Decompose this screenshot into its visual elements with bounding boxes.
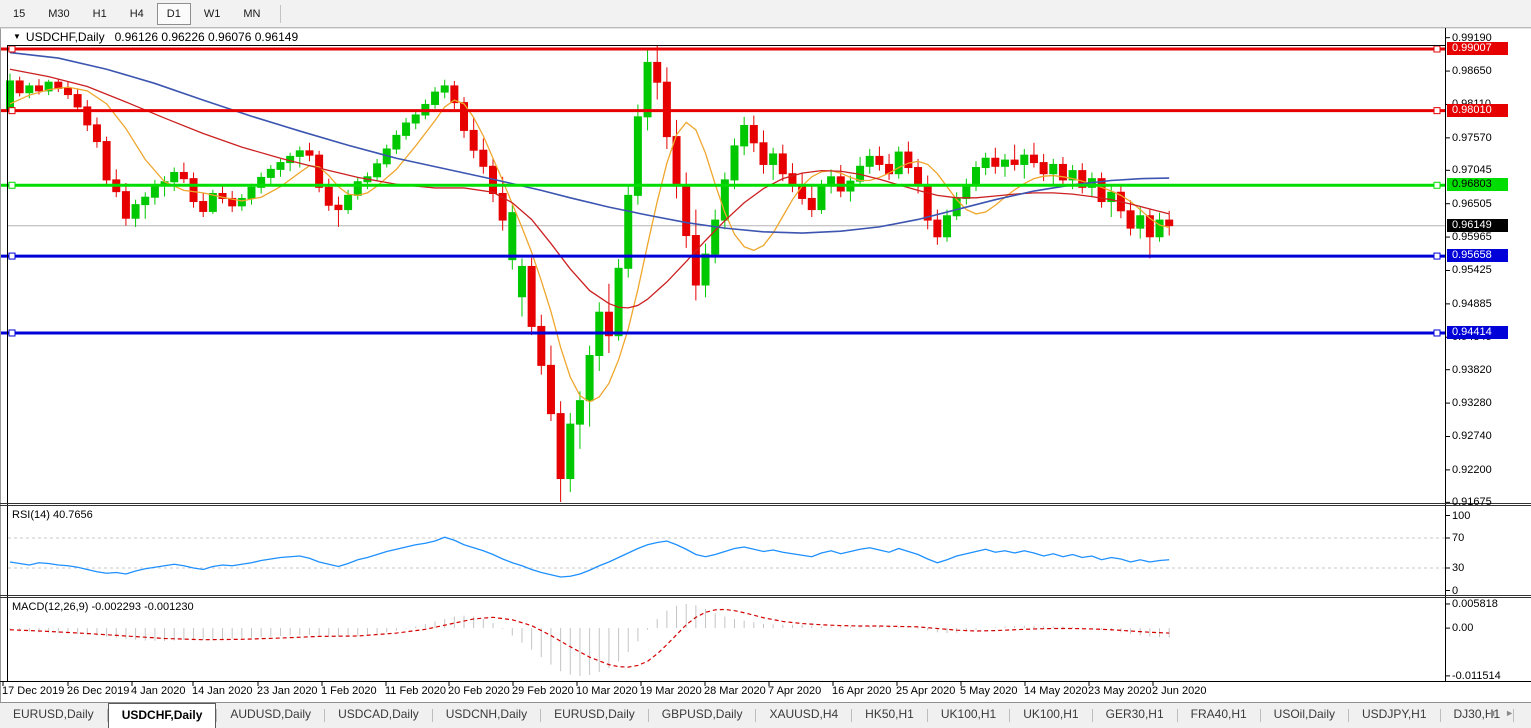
timeframe-button-h4[interactable]: H4 [120,3,154,25]
macd-tick-label: -0.011514 [1452,670,1501,682]
price-line-badge: 0.94414 [1447,326,1508,339]
timeframe-button-m30[interactable]: M30 [38,3,79,25]
symbol-tab-ger30-h1[interactable]: GER30,H1 [1093,703,1177,728]
price-tick-label: 0.93280 [1452,397,1492,409]
timeframe-button-h1[interactable]: H1 [83,3,117,25]
symbol-tab-eurusd-daily[interactable]: EURUSD,Daily [541,703,648,728]
symbol-tab-eurusd-daily[interactable]: EURUSD,Daily [0,703,107,728]
tab-scroll-right-icon[interactable]: ► [1505,708,1523,718]
price-line-badge: 0.95658 [1447,249,1508,262]
symbol-tab-usoil-daily[interactable]: USOil,Daily [1261,703,1348,728]
date-label: 19 Mar 2020 [640,685,702,697]
chart-symbol-label: USDCHF,Daily [26,30,105,44]
rsi-tick-label: 30 [1452,562,1464,574]
timeframe-button-mn[interactable]: MN [233,3,270,25]
date-label: 28 Mar 2020 [704,685,766,697]
date-label: 10 Mar 2020 [576,685,638,697]
price-tick-label: 0.95425 [1452,264,1492,276]
symbol-tab-xauusd-h4[interactable]: XAUUSD,H4 [756,703,851,728]
date-label: 11 Feb 2020 [385,685,446,697]
price-line-badge: 0.98010 [1447,104,1508,117]
date-label: 17 Dec 2019 [2,685,64,697]
symbol-tab-audusd-daily[interactable]: AUDUSD,Daily [217,703,324,728]
timeframe-button-w1[interactable]: W1 [194,3,231,25]
timeframe-toolbar: 15M30H1H4D1W1MN [0,0,1531,28]
chart-canvas[interactable] [0,0,1531,727]
symbol-tab-usdjpy-h1[interactable]: USDJPY,H1 [1349,703,1439,728]
date-label: 23 Jan 2020 [257,685,318,697]
tab-scroll-arrows: ◄► [1487,708,1523,718]
symbol-tab-fra40-h1[interactable]: FRA40,H1 [1178,703,1260,728]
date-label: 14 Jan 2020 [192,685,253,697]
symbol-tabbar: EURUSD,DailyUSDCHF,DailyAUDUSD,DailyUSDC… [0,702,1531,728]
date-label: 20 Feb 2020 [448,685,510,697]
macd-tick-label: 0.005818 [1452,598,1498,610]
chart-title: ▼ USDCHF,Daily 0.96126 0.96226 0.96076 0.9… [13,30,298,44]
macd-tick-label: 0.00 [1452,622,1473,634]
toolbar-separator [280,5,281,23]
rsi-tick-label: 70 [1452,532,1464,544]
price-tick-label: 0.92200 [1452,464,1492,476]
date-label: 29 Feb 2020 [512,685,574,697]
date-label: 23 May 2020 [1088,685,1152,697]
symbol-tab-gbpusd-daily[interactable]: GBPUSD,Daily [649,703,756,728]
date-label: 7 Apr 2020 [768,685,821,697]
price-tick-label: 0.96505 [1452,198,1492,210]
symbol-tab-usdcad-daily[interactable]: USDCAD,Daily [325,703,432,728]
price-tick-label: 0.91675 [1452,496,1492,508]
price-tick-label: 0.93820 [1452,364,1492,376]
date-label: 26 Dec 2019 [67,685,129,697]
symbol-tab-usdchf-daily[interactable]: USDCHF,Daily [108,703,217,728]
date-label: 4 Jan 2020 [131,685,185,697]
chevron-down-icon[interactable]: ▼ [13,32,21,41]
timeframe-button-15[interactable]: 15 [3,3,35,25]
date-label: 14 May 2020 [1024,685,1088,697]
current-price-badge: 0.96149 [1447,219,1508,232]
price-tick-label: 0.92740 [1452,430,1492,442]
rsi-tick-label: 0 [1452,585,1458,597]
price-line-badge: 0.99007 [1447,42,1508,55]
date-label: 25 Apr 2020 [896,685,955,697]
rsi-tick-label: 100 [1452,510,1470,522]
price-tick-label: 0.97570 [1452,132,1492,144]
date-label: 2 Jun 2020 [1152,685,1206,697]
price-tick-label: 0.94885 [1452,298,1492,310]
price-line-badge: 0.96803 [1447,178,1508,191]
symbol-tab-uk100-h1[interactable]: UK100,H1 [1010,703,1091,728]
timeframe-button-d1[interactable]: D1 [157,3,191,25]
tab-scroll-left-icon[interactable]: ◄ [1487,708,1505,718]
date-label: 16 Apr 2020 [832,685,891,697]
price-tick-label: 0.98650 [1452,65,1492,77]
symbol-tab-usdcnh-daily[interactable]: USDCNH,Daily [433,703,540,728]
date-label: 1 Feb 2020 [321,685,377,697]
rsi-indicator-label: RSI(14) 40.7656 [12,509,93,521]
chart-ohlc-values: 0.96126 0.96226 0.96076 0.96149 [115,30,299,44]
price-tick-label: 0.97045 [1452,164,1492,176]
macd-indicator-label: MACD(12,26,9) -0.002293 -0.001230 [12,601,194,613]
price-tick-label: 0.95965 [1452,231,1492,243]
symbol-tab-hk50-h1[interactable]: HK50,H1 [852,703,927,728]
date-label: 5 May 2020 [960,685,1017,697]
symbol-tab-uk100-h1[interactable]: UK100,H1 [928,703,1009,728]
